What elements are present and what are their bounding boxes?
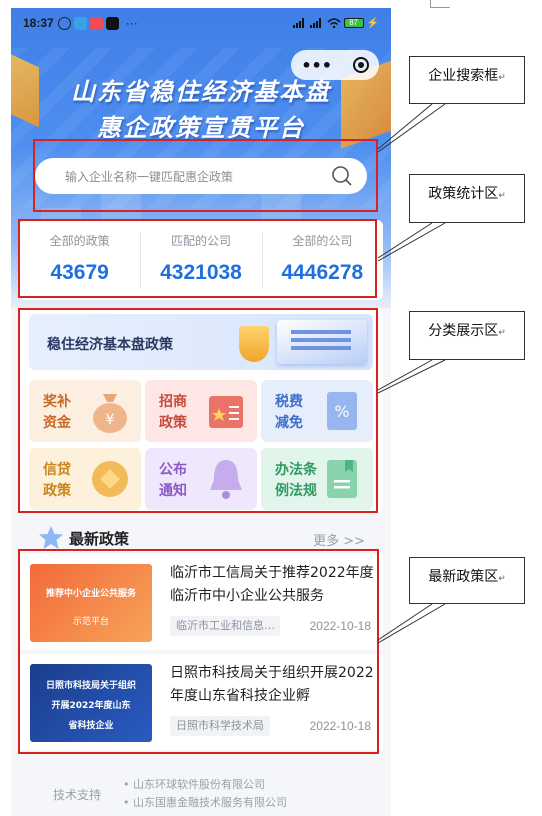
tech-support-label: 技术支持 — [53, 788, 102, 802]
callout-category-area: 分类展示区↵ — [409, 311, 525, 360]
company-name: 山东国惠金融技术服务有限公司 — [123, 794, 287, 812]
status-time: 18:37 — [23, 16, 54, 30]
highlight-latest-area — [18, 549, 379, 754]
charging-icon: ⚡ — [366, 17, 379, 29]
return-mark: ↵ — [498, 191, 506, 201]
alarm-icon — [57, 16, 71, 30]
page-title-line1: 山东省稳住经济基本盘 — [71, 78, 331, 106]
section-title: 最新政策 — [69, 530, 130, 548]
return-mark: ↵ — [498, 574, 506, 584]
return-mark: ↵ — [498, 73, 506, 83]
page-corner-mark — [430, 0, 450, 8]
highlight-stats-area — [18, 219, 377, 298]
highlight-search-area — [33, 139, 378, 212]
callout-text: 政策统计区 — [428, 186, 499, 202]
callout-search-box: 企业搜索框↵ — [409, 56, 525, 104]
status-bar: 18:37 ··· 87 ⚡ — [11, 8, 391, 38]
app-icon — [73, 16, 87, 30]
more-link[interactable]: 更多 >> — [313, 530, 365, 549]
return-mark: ↵ — [498, 328, 506, 338]
callout-stats-area: 政策统计区↵ — [409, 174, 525, 223]
battery-icon: 87 — [343, 18, 364, 28]
close-miniprogram-button[interactable] — [352, 57, 369, 73]
company-name: 山东环球软件股份有限公司 — [123, 776, 287, 794]
callout-latest-area: 最新政策区↵ — [409, 557, 525, 604]
signal-icon — [292, 18, 304, 28]
signal-icon — [309, 18, 321, 28]
wifi-icon — [327, 18, 341, 28]
callout-text: 分类展示区 — [428, 323, 499, 339]
company-list: 山东环球软件股份有限公司 山东国惠金融技术服务有限公司 — [123, 776, 287, 812]
callout-text: 最新政策区 — [428, 569, 499, 585]
star-icon — [39, 526, 63, 549]
app-icon — [89, 16, 103, 30]
tiktok-icon — [105, 16, 119, 30]
page-title-line2: 惠企政策宣贯平台 — [97, 114, 305, 142]
more-notifications: ··· — [125, 16, 138, 30]
callout-text: 企业搜索框 — [428, 68, 499, 84]
footer: 技术支持 山东环球软件股份有限公司 山东国惠金融技术服务有限公司 — [11, 766, 391, 816]
highlight-category-area — [18, 308, 378, 513]
